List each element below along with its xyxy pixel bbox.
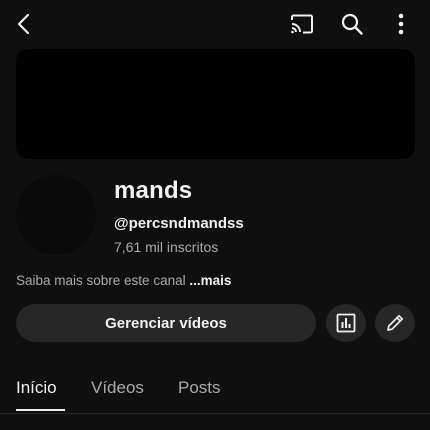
back-button[interactable] xyxy=(8,8,40,40)
search-icon xyxy=(340,12,364,36)
cast-button[interactable] xyxy=(286,8,318,40)
about-more-link[interactable]: ...mais xyxy=(189,273,231,288)
channel-banner xyxy=(16,49,415,159)
search-button[interactable] xyxy=(336,8,368,40)
back-arrow-icon xyxy=(13,13,35,35)
edit-channel-button[interactable] xyxy=(375,304,415,342)
pencil-icon xyxy=(384,312,406,334)
tab-inicio[interactable]: Início xyxy=(16,378,57,398)
more-options-button[interactable] xyxy=(385,8,417,40)
manage-videos-button[interactable]: Gerenciar vídeos xyxy=(16,304,316,342)
about-text: Saiba mais sobre este canal xyxy=(16,273,190,288)
active-tab-indicator xyxy=(16,409,65,411)
channel-handle: @percsndmandss xyxy=(114,215,244,232)
subscriber-count: 7,61 mil inscritos xyxy=(114,239,219,255)
more-vert-icon xyxy=(397,13,405,35)
tab-videos[interactable]: Vídeos xyxy=(91,378,144,398)
about-channel-link[interactable]: Saiba mais sobre este canal ...mais xyxy=(16,273,231,288)
tab-posts[interactable]: Posts xyxy=(178,378,221,398)
top-app-bar xyxy=(0,0,430,50)
analytics-button[interactable] xyxy=(326,304,366,342)
analytics-icon xyxy=(336,313,356,333)
channel-avatar[interactable] xyxy=(16,175,96,255)
cast-icon xyxy=(289,13,315,35)
channel-name: mands xyxy=(114,177,193,204)
tabs-divider xyxy=(0,413,430,414)
channel-tabs: Início Vídeos Posts xyxy=(0,364,430,414)
